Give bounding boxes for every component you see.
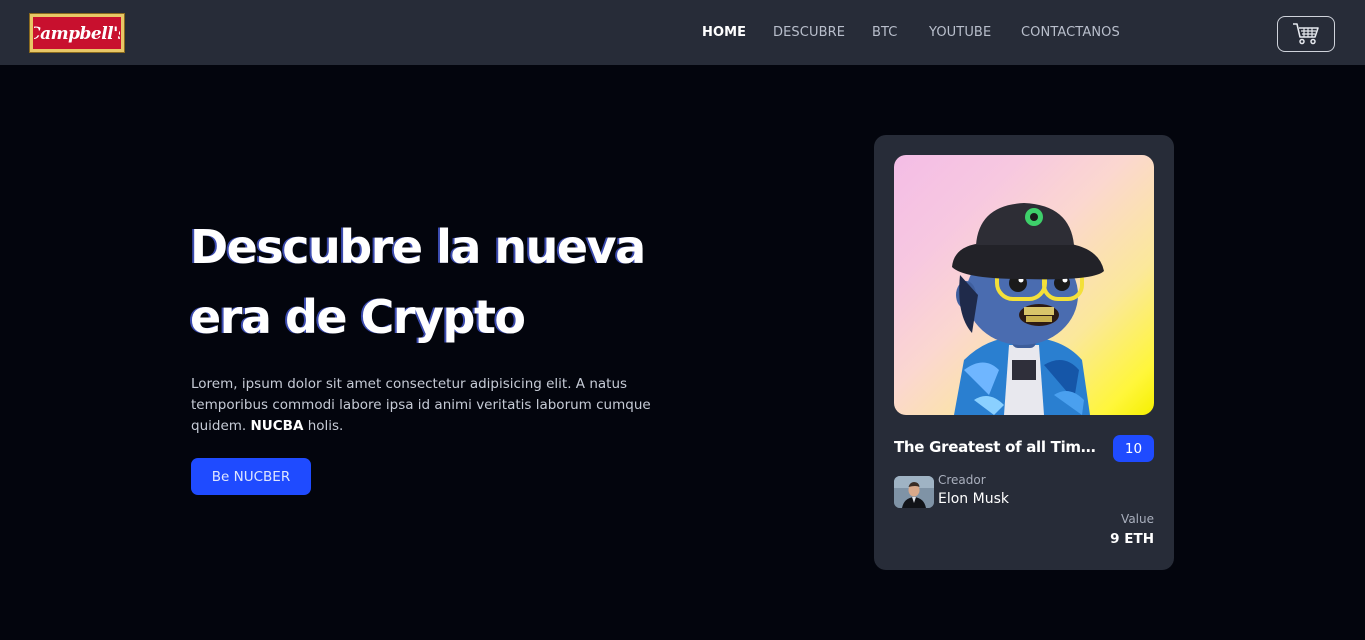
value-label: Value <box>1121 512 1154 526</box>
hero-title: Descubre la nueva era de Crypto <box>190 212 710 352</box>
hero-description-bold: NUCBA <box>250 418 304 434</box>
creator-label: Creador <box>938 473 986 487</box>
creator-name[interactable]: Elon Musk <box>938 491 1009 507</box>
hero-title-line-1: Descubre la nueva <box>190 220 646 274</box>
nft-character-illustration <box>952 203 1104 415</box>
svg-text:Campbell's: Campbell's <box>34 24 120 44</box>
be-nucber-button[interactable]: Be NUCBER <box>191 458 311 495</box>
nft-image[interactable] <box>894 155 1154 415</box>
nft-count-badge: 10 <box>1113 435 1154 462</box>
shopping-cart-icon <box>1293 23 1319 45</box>
nav-contactanos-link[interactable]: CONTACTANOS <box>1021 25 1120 40</box>
nav-home-link[interactable]: HOME <box>702 25 746 40</box>
nft-card[interactable]: The Greatest of all Time ... 10 Creador … <box>874 135 1174 570</box>
campbells-logo-wordmark: Campbell's <box>34 24 120 44</box>
nav-descubre-link[interactable]: DESCUBRE <box>773 25 845 40</box>
creator-avatar <box>894 476 934 508</box>
top-navbar: Campbell's HOME DESCUBRE BTC YOUTUBE CON… <box>0 0 1365 65</box>
nav-btc-link[interactable]: BTC <box>872 25 897 40</box>
hero-description-end: holis. <box>307 418 344 434</box>
campbells-logo[interactable]: Campbell's <box>29 13 125 53</box>
cart-button[interactable] <box>1277 16 1335 52</box>
nav-youtube-link[interactable]: YOUTUBE <box>929 25 991 40</box>
hero-description: Lorem, ipsum dolor sit amet consectetur … <box>191 374 661 437</box>
creator-avatar-image <box>894 476 934 508</box>
value-amount: 9 ETH <box>1110 531 1154 547</box>
hero-title-line-2: era de Crypto <box>190 290 526 344</box>
nft-title: The Greatest of all Time ... <box>894 438 1102 456</box>
